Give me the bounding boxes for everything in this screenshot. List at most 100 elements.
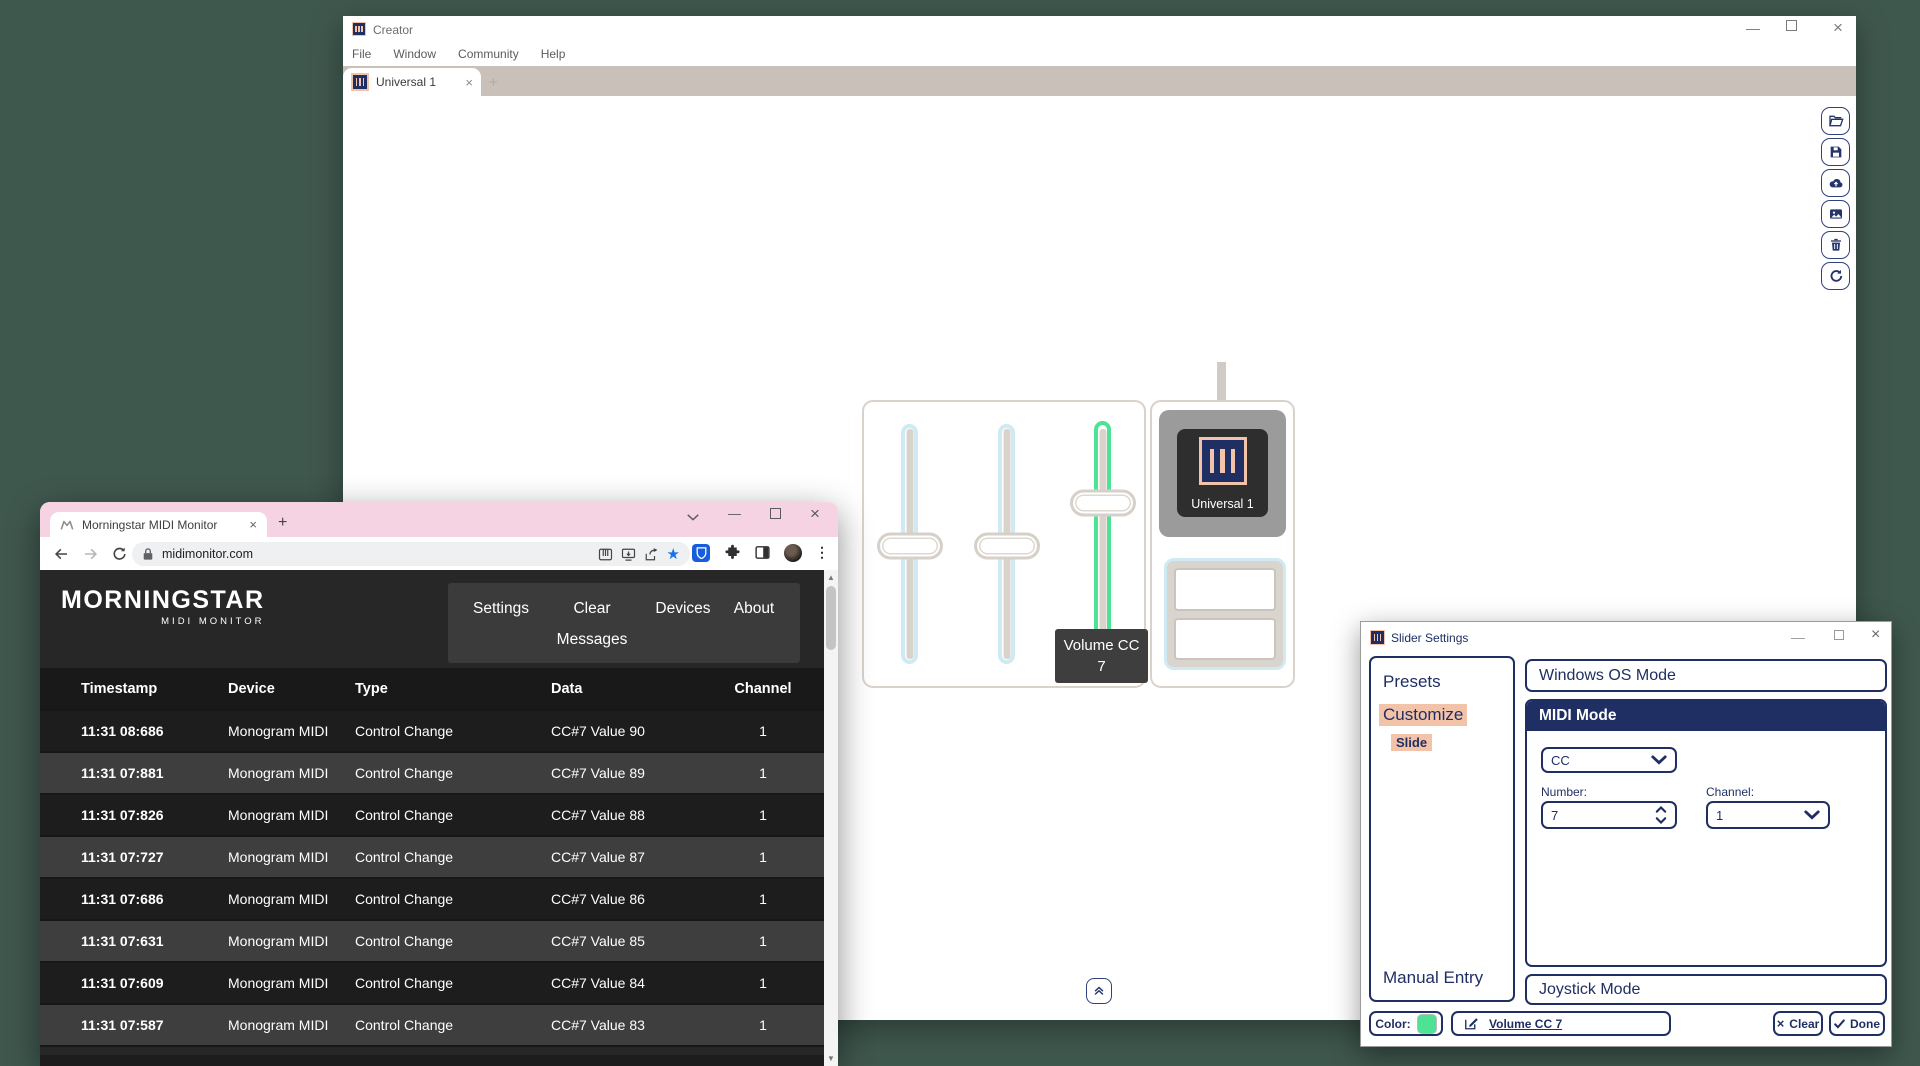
number-label: Number: <box>1541 785 1587 799</box>
device-tile-background: Universal 1 <box>1159 410 1286 537</box>
dialog-titlebar[interactable]: Slider Settings — × <box>1361 622 1891 652</box>
url-text[interactable]: midimonitor.com <box>162 547 590 561</box>
edit-pencil-icon <box>1463 1016 1479 1031</box>
open-file-button[interactable] <box>1821 107 1850 135</box>
expand-panel-button[interactable] <box>1086 978 1112 1004</box>
save-button[interactable] <box>1821 138 1850 166</box>
channel-label: Channel: <box>1706 785 1754 799</box>
dialog-icon <box>1370 630 1385 645</box>
mapping-name: Volume CC 7 <box>1489 1017 1562 1031</box>
nav-slide[interactable]: Slide <box>1391 734 1432 751</box>
nav-about[interactable]: About <box>728 593 780 663</box>
nav-presets[interactable]: Presets <box>1383 672 1441 692</box>
refresh-button[interactable] <box>1821 262 1850 290</box>
maximize-icon[interactable] <box>1786 20 1797 31</box>
install-app-icon[interactable] <box>621 547 636 562</box>
bookmark-star-icon[interactable]: ★ <box>667 547 680 562</box>
slider-2-handle[interactable] <box>974 533 1040 560</box>
slider-1[interactable] <box>901 424 918 664</box>
browser-close-icon[interactable]: × <box>810 504 820 524</box>
color-picker[interactable]: Color: <box>1369 1011 1443 1036</box>
forward-icon[interactable] <box>82 545 100 563</box>
slider-1-handle[interactable] <box>877 533 943 560</box>
tab-close-icon[interactable]: × <box>465 75 473 90</box>
midi-panel-icon[interactable] <box>598 547 613 562</box>
menu-file[interactable]: File <box>352 47 371 61</box>
reload-icon[interactable] <box>110 545 128 563</box>
back-icon[interactable] <box>52 545 70 563</box>
slider-2[interactable] <box>998 424 1015 664</box>
clear-button[interactable]: × Clear <box>1773 1011 1823 1036</box>
creator-window-title: Creator <box>373 23 413 37</box>
creator-menubar: File Window Community Help <box>343 42 1856 66</box>
dialog-minimize-icon[interactable]: — <box>1791 630 1805 644</box>
morningstar-favicon <box>60 518 74 532</box>
midi-mode-header[interactable]: MIDI Mode <box>1527 701 1885 731</box>
nav-devices[interactable]: Devices <box>650 593 716 663</box>
logo-title: MORNINGSTAR <box>61 586 265 615</box>
minimize-icon[interactable]: — <box>1746 21 1760 35</box>
pad-button-2[interactable] <box>1174 618 1276 661</box>
joystick-mode-section[interactable]: Joystick Mode <box>1525 974 1887 1005</box>
browser-tab-close-icon[interactable]: × <box>249 517 257 532</box>
nav-settings[interactable]: Settings <box>468 593 534 663</box>
chrome-chevron-down-icon[interactable] <box>686 512 700 522</box>
page-scrollbar[interactable]: ▲ ▼ <box>824 570 838 1066</box>
address-bar[interactable]: midimonitor.com ★ <box>132 542 690 566</box>
col-channel: Channel <box>731 681 795 697</box>
cloud-upload-icon <box>1828 175 1844 191</box>
browser-titlebar[interactable]: Morningstar MIDI Monitor × + — × <box>40 502 838 537</box>
joystick-mode-label: Joystick Mode <box>1539 981 1640 999</box>
channel-value: 1 <box>1716 808 1804 823</box>
color-swatch[interactable] <box>1417 1014 1437 1034</box>
pad-button-1[interactable] <box>1174 568 1276 611</box>
mapping-name-field[interactable]: Volume CC 7 <box>1451 1011 1671 1036</box>
browser-minimize-icon[interactable]: — <box>728 506 741 521</box>
slider-settings-dialog: Slider Settings — × Presets Customize Sl… <box>1360 621 1892 1047</box>
scrollbar-thumb[interactable] <box>826 586 836 650</box>
site-nav: Settings Clear Messages Devices About <box>448 583 800 663</box>
scroll-up-icon[interactable]: ▲ <box>824 573 838 582</box>
slider-3-handle[interactable] <box>1070 490 1136 517</box>
tab-label: Universal 1 <box>376 75 458 89</box>
menu-kebab-icon[interactable]: ⋮ <box>815 544 829 561</box>
nav-customize[interactable]: Customize <box>1379 704 1467 726</box>
menu-window[interactable]: Window <box>393 47 436 61</box>
col-type: Type <box>355 681 551 697</box>
browser-new-tab-icon[interactable]: + <box>278 514 287 532</box>
browser-tab[interactable]: Morningstar MIDI Monitor × <box>50 512 267 537</box>
menu-help[interactable]: Help <box>541 47 566 61</box>
number-input[interactable]: 7 <box>1541 801 1677 829</box>
share-icon[interactable] <box>644 547 659 562</box>
channel-select[interactable]: 1 <box>1706 801 1830 829</box>
dialog-maximize-icon[interactable] <box>1834 630 1844 640</box>
export-image-button[interactable] <box>1821 200 1850 228</box>
creator-titlebar[interactable]: Creator — × <box>343 16 1856 42</box>
slider-3-volume[interactable] <box>1094 424 1111 664</box>
nav-manual-entry[interactable]: Manual Entry <box>1383 968 1483 988</box>
windows-os-mode-section[interactable]: Windows OS Mode <box>1525 659 1887 692</box>
nav-clear-messages[interactable]: Clear Messages <box>546 593 638 663</box>
cloud-upload-button[interactable] <box>1821 169 1850 197</box>
spinner-icon[interactable] <box>1655 805 1667 825</box>
done-button[interactable]: Done <box>1829 1011 1885 1036</box>
extensions-puzzle-icon[interactable] <box>724 544 741 561</box>
refresh-icon <box>1828 268 1844 284</box>
tab-icon <box>351 73 369 91</box>
scroll-down-icon[interactable]: ▼ <box>824 1054 838 1063</box>
profile-avatar[interactable] <box>784 544 802 562</box>
tab-universal-1[interactable]: Universal 1 × <box>343 68 481 96</box>
close-icon[interactable]: × <box>1833 19 1843 36</box>
creator-tabstrip: Universal 1 × + <box>343 66 1856 96</box>
side-panel-icon[interactable] <box>754 544 771 561</box>
message-type-select[interactable]: CC <box>1541 747 1677 773</box>
browser-maximize-icon[interactable] <box>770 508 781 519</box>
menu-community[interactable]: Community <box>458 47 519 61</box>
device-tile-universal-1[interactable]: Universal 1 <box>1177 429 1268 517</box>
table-header-row: Timestamp Device Type Data Channel <box>40 668 824 711</box>
dialog-close-icon[interactable]: × <box>1871 627 1880 643</box>
bitwarden-shield-icon[interactable] <box>692 544 710 562</box>
button-group <box>1164 558 1286 670</box>
new-tab-icon[interactable]: + <box>489 74 498 91</box>
delete-button[interactable] <box>1821 231 1850 259</box>
